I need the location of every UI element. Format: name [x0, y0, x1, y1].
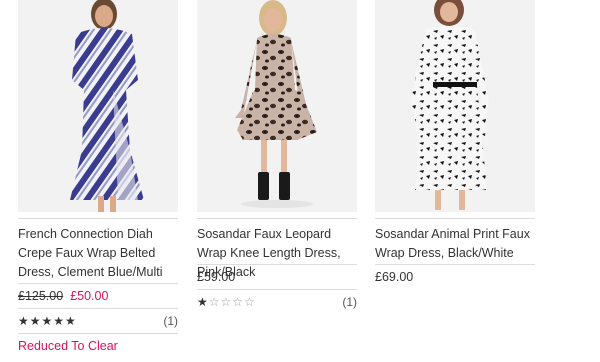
product-card-french-connection[interactable]: French Connection Diah Crepe Faux Wrap B… [18, 0, 178, 358]
price: £59.00 [197, 270, 236, 284]
empty-stars: ☆☆☆☆ [208, 295, 256, 309]
sale-price: £50.00 [70, 289, 109, 303]
dress-illustration [375, 0, 535, 212]
price-row: £69.00 [375, 264, 535, 289]
review-count: (1) [342, 295, 357, 309]
product-card-sosandar-leopard[interactable]: Sosandar Faux Leopard Wrap Knee Length D… [197, 0, 357, 314]
product-image[interactable] [375, 0, 535, 212]
product-image[interactable] [197, 0, 357, 212]
promo-label: Reduced To Clear [18, 333, 178, 358]
dress-illustration [197, 0, 357, 212]
product-title[interactable]: French Connection Diah Crepe Faux Wrap B… [18, 225, 174, 282]
product-title-block[interactable]: Sosandar Animal Print Faux Wrap Dress, B… [375, 218, 535, 264]
product-title-block[interactable]: French Connection Diah Crepe Faux Wrap B… [18, 218, 178, 283]
product-title-block[interactable]: Sosandar Faux Leopard Wrap Knee Length D… [197, 218, 357, 279]
filled-stars: ★ [197, 295, 209, 309]
price: £69.00 [375, 270, 414, 284]
dress-illustration [18, 0, 178, 212]
rating-stars: ★☆☆☆☆ [197, 295, 256, 309]
product-title[interactable]: Sosandar Animal Print Faux Wrap Dress, B… [375, 225, 531, 263]
rating-stars: ★★★★★ [18, 314, 77, 328]
review-count: (1) [163, 314, 178, 328]
rating-row[interactable]: ★★★★★ (1) [18, 308, 178, 333]
was-price: £125.00 [18, 289, 64, 303]
price-row: £125.00 £50.00 [18, 283, 178, 308]
product-image[interactable] [18, 0, 178, 212]
product-card-sosandar-animal-print[interactable]: Sosandar Animal Print Faux Wrap Dress, B… [375, 0, 535, 289]
promo-text: Reduced To Clear [18, 339, 118, 353]
rating-row[interactable]: ★☆☆☆☆ (1) [197, 289, 357, 314]
